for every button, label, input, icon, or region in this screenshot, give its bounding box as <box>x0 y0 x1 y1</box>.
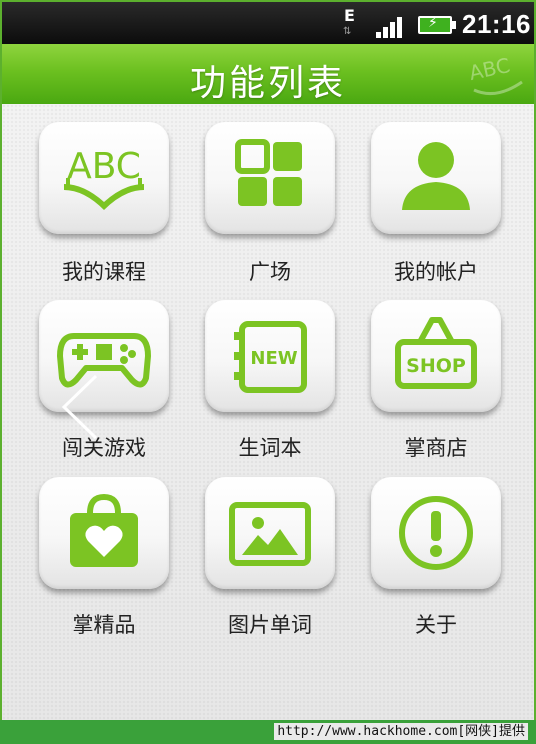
shop-button[interactable]: SHOP <box>371 300 501 412</box>
shop-bag-icon: SHOP <box>395 317 477 389</box>
premium-button[interactable] <box>39 477 169 589</box>
network-type-icon: E ⇅ <box>340 6 364 40</box>
svg-text:ABC: ABC <box>67 146 141 187</box>
watermark-text: ABC <box>467 53 512 85</box>
shop-label: 掌商店 <box>404 436 468 460</box>
picture-words-label: 图片单词 <box>228 613 312 637</box>
about-label: 关于 <box>415 613 457 637</box>
abc-watermark-icon: ABC <box>467 53 523 96</box>
battery-charging-icon: ⚡ <box>418 14 458 36</box>
user-icon <box>402 142 470 210</box>
page-title: 功能列表 <box>189 63 346 104</box>
footer-watermark: http://www.hackhome.com[网侠]提供 <box>274 723 528 740</box>
info-icon <box>399 496 473 570</box>
my-account-label: 我的帐户 <box>394 260 478 284</box>
plaza-label: 广场 <box>249 260 291 284</box>
book-abc-icon: ABC <box>64 146 144 210</box>
about-button[interactable] <box>371 477 501 589</box>
clock: 21:16 <box>462 9 531 39</box>
grid-icon <box>235 139 302 206</box>
signal-icon <box>376 14 410 38</box>
data-arrows-icon: ⇅ <box>343 26 352 37</box>
shop-badge: SHOP <box>406 355 466 377</box>
my-courses-label: 我的课程 <box>62 260 146 284</box>
premium-label: 掌精品 <box>72 613 136 637</box>
my-courses-button[interactable]: ABC <box>39 122 169 234</box>
network-type-label: E <box>344 6 355 25</box>
my-account-button[interactable] <box>371 122 501 234</box>
picture-icon <box>229 502 311 566</box>
footer-bar: http://www.hackhome.com[网侠]提供 <box>0 720 536 744</box>
picture-words-button[interactable] <box>205 477 335 589</box>
title-bar: 功能列表 ABC <box>2 44 534 104</box>
word-book-label: 生词本 <box>238 436 302 460</box>
heart-bag-icon <box>70 493 138 567</box>
status-bar: E ⇅ ⚡ 21:16 <box>2 2 534 44</box>
word-book-button[interactable]: NEW <box>205 300 335 412</box>
plaza-button[interactable] <box>205 122 335 234</box>
level-game-label: 闯关游戏 <box>62 436 146 460</box>
new-badge: NEW <box>250 348 297 369</box>
notebook-new-icon: NEW <box>234 321 307 393</box>
back-chevron-icon[interactable] <box>56 372 100 442</box>
